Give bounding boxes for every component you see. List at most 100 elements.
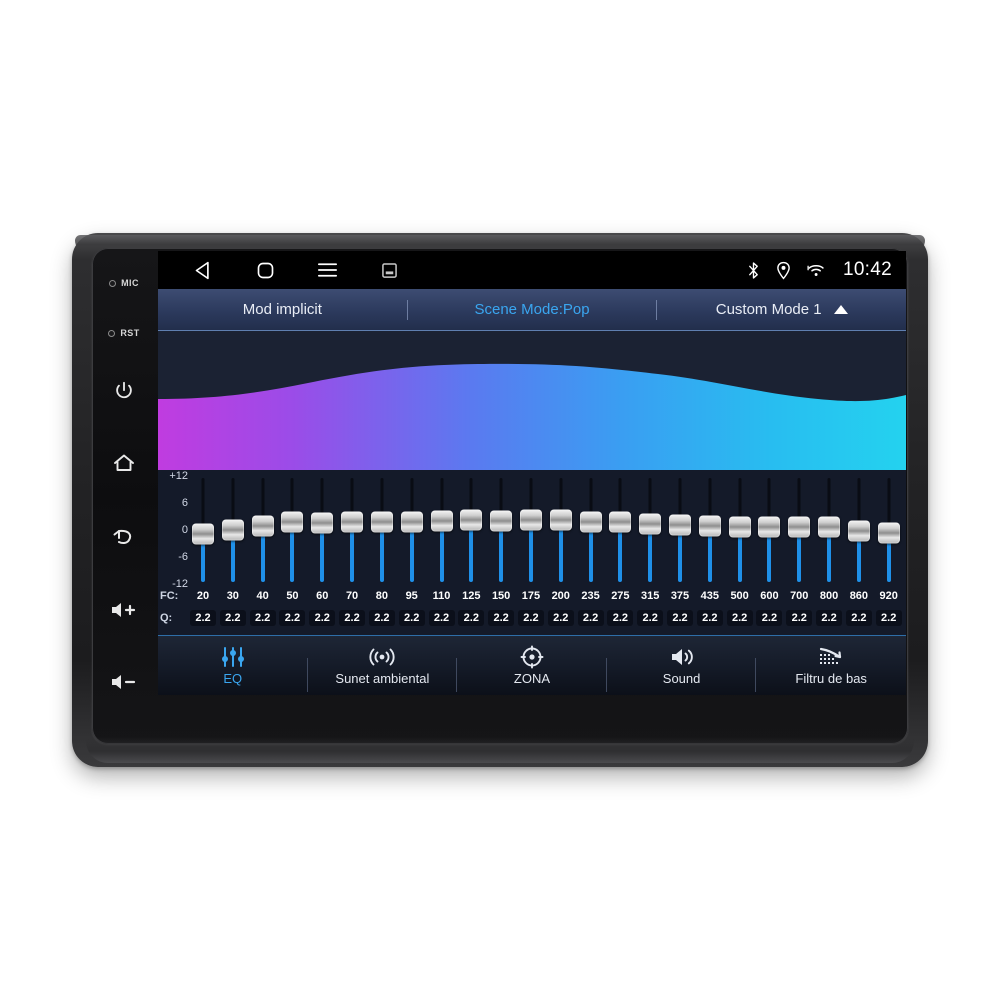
volume-down-hardkey[interactable] [109, 672, 139, 692]
eq-slider-600[interactable] [756, 470, 782, 590]
q-value[interactable]: 2.2 [786, 610, 813, 626]
tab-sunet-ambiental[interactable]: Sunet ambiental [308, 646, 458, 692]
custom-mode-button[interactable]: Custom Mode 1 [657, 301, 906, 318]
fc-value[interactable]: 800 [816, 590, 842, 602]
fc-value[interactable]: 125 [458, 590, 484, 602]
home-hardkey[interactable] [112, 452, 136, 474]
q-value[interactable]: 2.2 [279, 610, 306, 626]
eq-slider-thumb[interactable] [669, 514, 691, 536]
eq-slider-thumb[interactable] [460, 509, 483, 531]
eq-slider-thumb[interactable] [341, 511, 364, 533]
eq-slider-thumb[interactable] [400, 511, 423, 533]
eq-slider-thumb[interactable] [281, 511, 304, 533]
fc-value[interactable]: 20 [190, 590, 216, 602]
eq-slider-thumb[interactable] [758, 516, 781, 538]
q-value[interactable]: 2.2 [219, 610, 246, 626]
q-value[interactable]: 2.2 [488, 610, 515, 626]
fc-value[interactable]: 235 [578, 590, 604, 602]
fc-value[interactable]: 80 [369, 590, 395, 602]
q-value[interactable]: 2.2 [607, 610, 634, 626]
fc-value[interactable]: 700 [786, 590, 812, 602]
q-value[interactable]: 2.2 [696, 610, 723, 626]
eq-slider-175[interactable] [518, 470, 544, 590]
eq-slider-500[interactable] [727, 470, 753, 590]
q-value[interactable]: 2.2 [875, 610, 902, 626]
eq-slider-thumb[interactable] [490, 510, 513, 532]
default-mode-button[interactable]: Mod implicit [158, 301, 407, 318]
q-value[interactable]: 2.2 [368, 610, 395, 626]
volume-up-hardkey[interactable] [109, 600, 139, 620]
fc-value[interactable]: 175 [518, 590, 544, 602]
fc-value[interactable]: 860 [846, 590, 872, 602]
q-value[interactable]: 2.2 [398, 610, 425, 626]
eq-slider-thumb[interactable] [877, 522, 900, 544]
q-value[interactable]: 2.2 [845, 610, 872, 626]
fc-value[interactable]: 275 [607, 590, 633, 602]
fc-value[interactable]: 30 [220, 590, 246, 602]
eq-slider-thumb[interactable] [788, 516, 811, 538]
eq-slider-235[interactable] [578, 470, 604, 590]
nav-back-button[interactable] [172, 260, 234, 281]
q-value[interactable]: 2.2 [667, 610, 693, 626]
reset-hardkey[interactable]: RST [108, 328, 139, 338]
eq-slider-40[interactable] [250, 470, 276, 590]
q-value[interactable]: 2.2 [816, 610, 843, 626]
fc-value[interactable]: 920 [876, 590, 902, 602]
tab-filtru-de-bas[interactable]: Filtru de bas [756, 646, 906, 686]
eq-slider-30[interactable] [220, 470, 246, 590]
q-value[interactable]: 2.2 [428, 610, 455, 626]
fc-value[interactable]: 435 [697, 590, 723, 602]
q-value[interactable]: 2.2 [577, 610, 604, 626]
q-value[interactable]: 2.2 [547, 610, 574, 626]
eq-slider-435[interactable] [697, 470, 723, 590]
fc-value[interactable]: 110 [429, 590, 455, 602]
eq-slider-700[interactable] [786, 470, 812, 590]
eq-slider-thumb[interactable] [370, 511, 393, 533]
q-value[interactable]: 2.2 [756, 610, 783, 626]
eq-slider-20[interactable] [190, 470, 216, 590]
q-value[interactable]: 2.2 [726, 610, 753, 626]
eq-slider-thumb[interactable] [549, 509, 572, 531]
eq-slider-275[interactable] [607, 470, 633, 590]
nav-menu-button[interactable] [296, 260, 358, 280]
eq-slider-thumb[interactable] [818, 516, 841, 538]
power-hardkey[interactable] [113, 380, 135, 402]
q-value[interactable]: 2.2 [190, 610, 216, 626]
eq-slider-800[interactable] [816, 470, 842, 590]
eq-slider-315[interactable] [637, 470, 663, 590]
eq-slider-50[interactable] [279, 470, 305, 590]
eq-slider-thumb[interactable] [430, 510, 453, 532]
q-value[interactable]: 2.2 [637, 610, 664, 626]
fc-value[interactable]: 95 [399, 590, 425, 602]
eq-slider-thumb[interactable] [519, 509, 542, 531]
eq-slider-thumb[interactable] [221, 519, 244, 541]
eq-slider-thumb[interactable] [579, 511, 602, 533]
tab-sound[interactable]: Sound [607, 646, 757, 692]
fc-value[interactable]: 50 [279, 590, 305, 602]
nav-screenshot-button[interactable] [358, 262, 420, 278]
fc-value[interactable]: 150 [488, 590, 514, 602]
tab-eq[interactable]: EQ [158, 646, 308, 692]
scene-mode-button[interactable]: Scene Mode:Pop [408, 301, 657, 318]
eq-slider-860[interactable] [846, 470, 872, 590]
eq-slider-thumb[interactable] [847, 520, 870, 542]
eq-slider-thumb[interactable] [728, 516, 751, 538]
fc-value[interactable]: 600 [756, 590, 782, 602]
fc-value[interactable]: 60 [309, 590, 335, 602]
eq-slider-thumb[interactable] [192, 523, 214, 545]
q-value[interactable]: 2.2 [458, 610, 485, 626]
eq-slider-thumb[interactable] [609, 511, 632, 533]
eq-slider-thumb[interactable] [311, 512, 334, 534]
fc-value[interactable]: 70 [339, 590, 365, 602]
eq-slider-80[interactable] [369, 470, 395, 590]
tab-zona[interactable]: ZONA [457, 645, 607, 692]
eq-slider-920[interactable] [876, 470, 902, 590]
eq-slider-200[interactable] [548, 470, 574, 590]
q-value[interactable]: 2.2 [309, 610, 336, 626]
fc-value[interactable]: 315 [637, 590, 663, 602]
q-value[interactable]: 2.2 [249, 610, 276, 626]
caret-up-icon[interactable] [833, 305, 848, 314]
nav-home-button[interactable] [234, 260, 296, 281]
q-value[interactable]: 2.2 [517, 610, 544, 626]
eq-slider-thumb[interactable] [251, 515, 274, 537]
